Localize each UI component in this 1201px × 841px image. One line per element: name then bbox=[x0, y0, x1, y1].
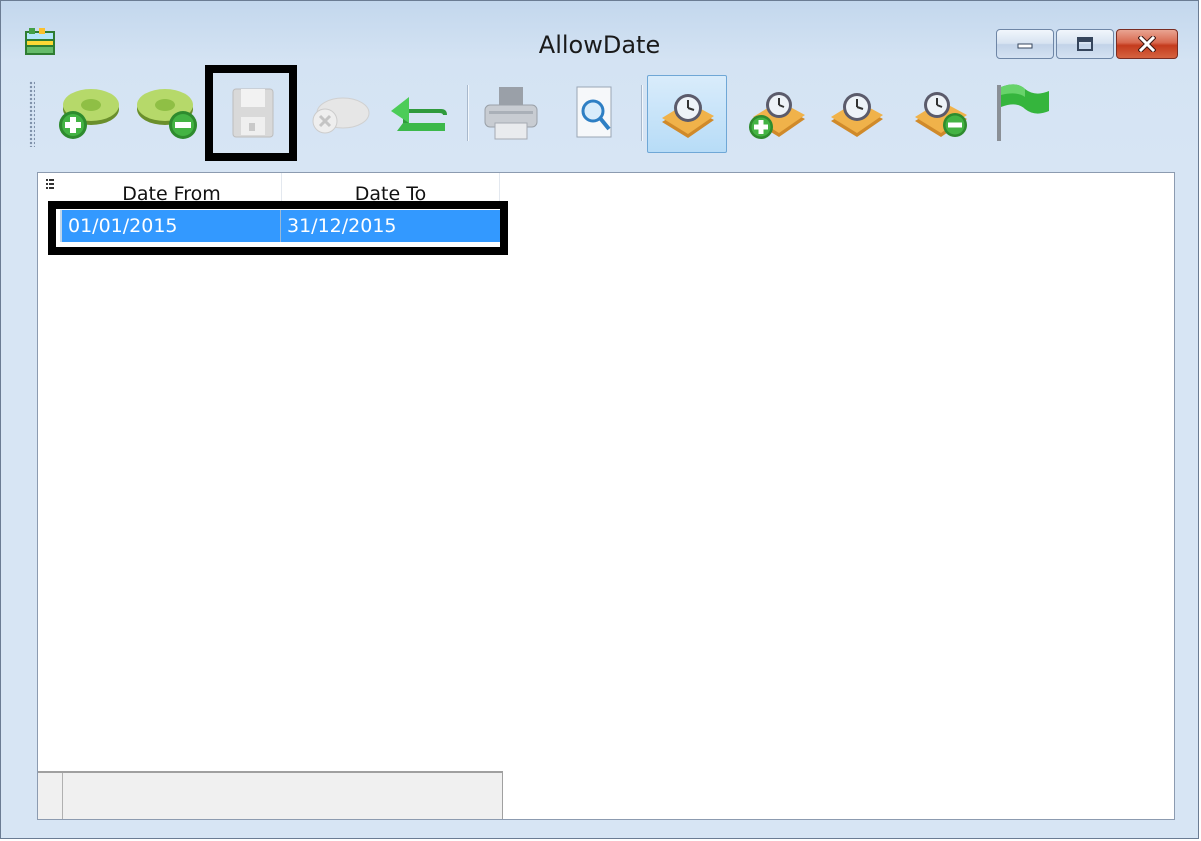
add-record-button[interactable] bbox=[45, 75, 125, 153]
add-money-icon bbox=[59, 89, 119, 139]
title-bar[interactable]: AllowDate bbox=[1, 1, 1198, 67]
close-button[interactable] bbox=[1116, 29, 1178, 59]
grid-footer bbox=[38, 771, 503, 819]
remove-date-button[interactable] bbox=[901, 75, 981, 153]
print-preview-icon bbox=[576, 86, 612, 138]
allow-date-button[interactable] bbox=[647, 75, 727, 153]
footer-indicator-cell bbox=[38, 773, 63, 819]
cancel-icon bbox=[312, 97, 370, 134]
caption-buttons bbox=[996, 29, 1178, 59]
maximize-icon bbox=[1077, 37, 1093, 51]
close-icon bbox=[1138, 36, 1156, 52]
print-preview-button[interactable] bbox=[555, 75, 635, 153]
row-highlight bbox=[48, 201, 508, 255]
minimize-icon bbox=[1017, 43, 1033, 49]
undo-button[interactable] bbox=[381, 75, 461, 153]
toolbar-separator bbox=[467, 85, 469, 141]
undo-arrow-icon bbox=[391, 97, 447, 131]
remove-money-icon bbox=[137, 89, 197, 139]
allowdate-window: AllowDate Date From Date To 01/01/2015 3… bbox=[0, 0, 1199, 839]
add-date-button[interactable] bbox=[733, 75, 813, 153]
toolbar-separator bbox=[641, 85, 643, 141]
green-flag-icon bbox=[997, 84, 1049, 141]
clock-remove-icon bbox=[915, 92, 967, 137]
clock-icon bbox=[662, 94, 714, 138]
print-button[interactable] bbox=[471, 75, 551, 153]
toolbar bbox=[25, 65, 1175, 161]
clock-add-icon bbox=[749, 92, 805, 139]
toolbar-grip[interactable] bbox=[29, 81, 35, 147]
printer-icon bbox=[484, 87, 538, 140]
date-grid[interactable]: Date From Date To 01/01/2015 31/12/2015 bbox=[37, 172, 1175, 820]
minimize-button[interactable] bbox=[996, 29, 1054, 59]
finish-button[interactable] bbox=[983, 75, 1063, 153]
save-button-highlight bbox=[205, 65, 297, 161]
clock-edit-icon bbox=[831, 93, 883, 137]
maximize-button[interactable] bbox=[1056, 29, 1114, 59]
edit-date-button[interactable] bbox=[817, 75, 897, 153]
cancel-button[interactable] bbox=[297, 75, 377, 153]
remove-record-button[interactable] bbox=[129, 75, 209, 153]
